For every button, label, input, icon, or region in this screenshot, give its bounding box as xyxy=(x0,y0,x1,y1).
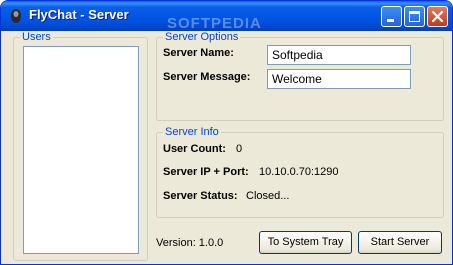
server-ip-port-value: 10.10.0.70:1290 xyxy=(259,166,339,178)
to-system-tray-button[interactable]: To System Tray xyxy=(259,231,352,254)
minimize-icon xyxy=(387,19,394,22)
server-message-field[interactable]: Welcome xyxy=(267,69,411,89)
user-count-value: 0 xyxy=(236,143,243,155)
server-name-field[interactable]: Softpedia xyxy=(267,45,411,65)
server-name-label: Server Name: xyxy=(163,47,234,59)
user-count-label: User Count: xyxy=(163,143,226,155)
server-options-legend: Server Options xyxy=(163,31,241,44)
server-info-legend: Server Info xyxy=(163,126,221,139)
server-status-value: Closed... xyxy=(246,190,290,202)
users-list[interactable] xyxy=(23,46,139,254)
maximize-icon xyxy=(409,11,420,22)
close-button[interactable] xyxy=(427,6,448,27)
watermark: SOFTPEDIA xyxy=(167,15,262,32)
minimize-button[interactable] xyxy=(381,6,402,27)
version-text: Version: 1.0.0 xyxy=(156,237,224,249)
window-title: FlyChat - Server xyxy=(29,7,129,22)
flychat-app-icon[interactable] xyxy=(8,8,24,24)
server-ip-port-label: Server IP + Port: xyxy=(163,166,249,178)
start-server-button[interactable]: Start Server xyxy=(358,231,442,254)
close-icon xyxy=(431,10,444,23)
server-status-label: Server Status: xyxy=(163,190,238,202)
maximize-button[interactable] xyxy=(404,6,425,27)
flychat-server-window: FlyChat - Server SOFTPEDIA Users Server … xyxy=(0,0,453,265)
server-message-label: Server Message: xyxy=(163,71,251,83)
title-bar[interactable]: FlyChat - Server SOFTPEDIA xyxy=(1,1,452,32)
users-legend: Users xyxy=(20,31,53,44)
